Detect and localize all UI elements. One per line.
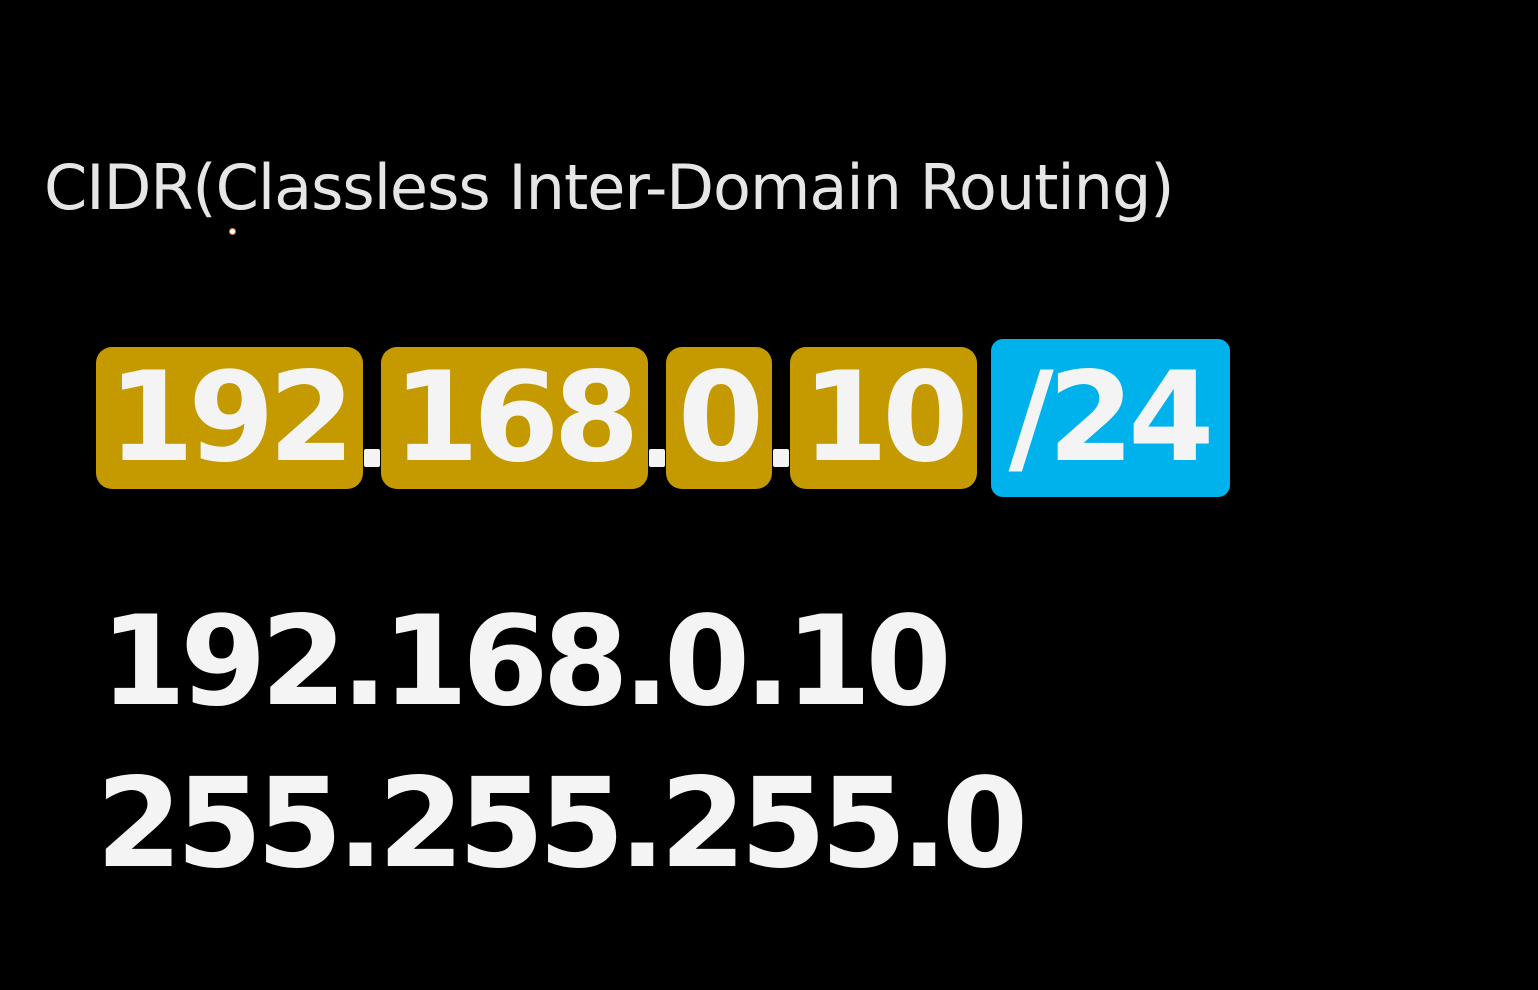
cidr-notation: 192 168 0 10 /24 [96,338,1231,498]
ip-address-text: 192.168.0.10 [100,590,952,734]
octet-4-box: 10 [789,347,977,489]
prefix-length-box: /24 [990,339,1231,497]
slide-title: CIDR(Classless Inter-Domain Routing) [44,151,1174,224]
mouse-cursor-dot [229,228,236,235]
octet-separator [363,347,381,489]
octet-3-box: 0 [665,347,772,489]
octet-separator [772,347,790,489]
octet-separator [648,347,666,489]
octet-2-box: 168 [380,347,648,489]
subnet-mask-text: 255.255.255.0 [96,752,1028,896]
octet-1-box: 192 [96,347,363,489]
